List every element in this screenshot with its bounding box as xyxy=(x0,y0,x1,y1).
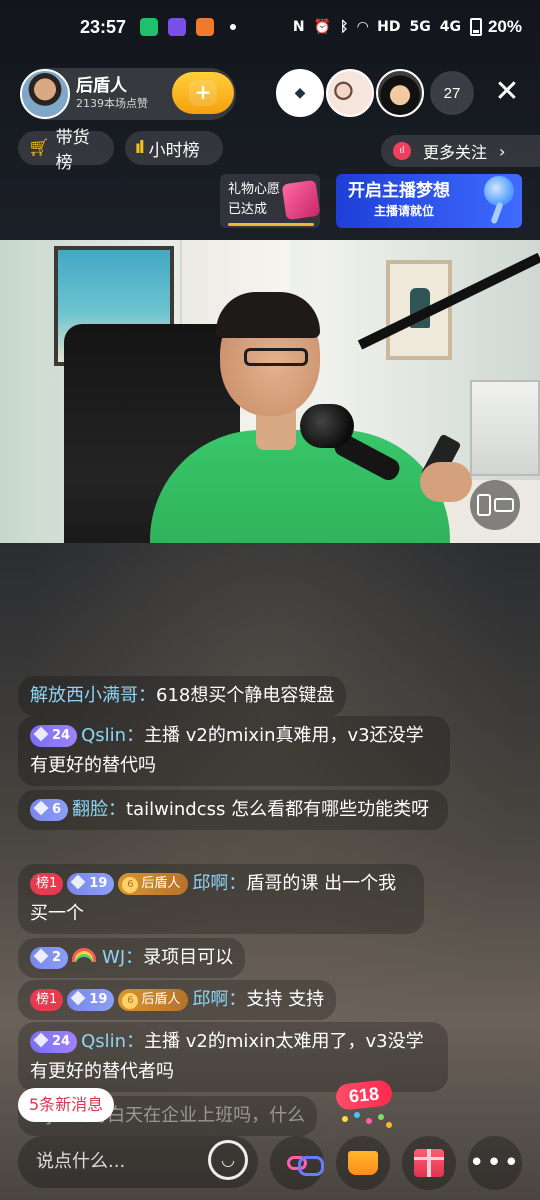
bottom-toolbar: 说点什么... ◡ ••• xyxy=(0,1126,540,1200)
confetti-decoration xyxy=(340,1112,394,1130)
gem-icon xyxy=(33,948,49,964)
hd-icon: HD xyxy=(377,19,401,35)
cart-icon: 🛒︎ xyxy=(28,138,50,158)
more-dots-icon: ••• xyxy=(468,1148,521,1178)
chat-username[interactable]: 解放西小满哥 xyxy=(30,685,138,706)
heart-plus-icon: + xyxy=(189,80,217,106)
chat-username[interactable]: 邱啊 xyxy=(192,873,228,894)
club-level-icon: 6 xyxy=(122,993,139,1009)
chat-text: 录项目可以 xyxy=(143,947,234,968)
video-monitor xyxy=(470,380,540,476)
club-badge: 6 后盾人 xyxy=(118,989,189,1011)
chat-message[interactable]: 解放西小满哥：618想买个静电容键盘 xyxy=(18,676,347,716)
wish-progress-bar xyxy=(228,223,314,226)
rank-badge: 榜1 xyxy=(30,873,64,895)
gift-wish-card[interactable]: 礼物心愿 已达成 xyxy=(220,174,320,228)
chat-message[interactable]: 榜1 19 6 后盾人 邱啊：盾哥的课 出一个我买一个 xyxy=(18,864,424,934)
gift-box-icon xyxy=(281,179,320,221)
host-info: 后盾人 2139本场点赞 xyxy=(76,76,148,112)
gem-icon xyxy=(33,1032,49,1048)
clock: 23:57 xyxy=(80,16,127,37)
more-follow-button[interactable]: ıl 更多关注 › xyxy=(381,135,540,167)
rainbow-icon xyxy=(72,948,97,962)
gem-icon xyxy=(70,874,86,890)
new-messages-button[interactable]: 5条新消息 xyxy=(18,1088,115,1122)
shopping-cart-button[interactable] xyxy=(336,1136,390,1190)
gift-button[interactable] xyxy=(402,1136,456,1190)
anchor-dream-banner[interactable]: 开启主播梦想 主播请就位 xyxy=(336,174,522,228)
notification-app-icon xyxy=(140,18,159,36)
shopping-cart-icon xyxy=(348,1151,378,1175)
fan-level-badge: 24 xyxy=(30,725,78,747)
chat-text: tailwindcss 怎么看都有哪些功能类呀 xyxy=(126,799,430,820)
bar-chart-icon: ıl xyxy=(135,138,145,158)
fan-level-badge: 24 xyxy=(30,1031,78,1053)
battery-percent: 20% xyxy=(487,17,522,36)
fish-icon: ◆ xyxy=(294,85,306,101)
chevron-right-icon: › xyxy=(499,141,506,161)
fan-level-badge: 6 xyxy=(30,799,69,821)
viewer-avatar[interactable] xyxy=(326,69,374,117)
more-notifications-dot xyxy=(230,24,237,30)
video-mic xyxy=(300,404,354,448)
host-avatar[interactable] xyxy=(20,69,70,119)
chat-text: 支持 支持 xyxy=(246,989,325,1010)
goods-rank-chip[interactable]: 🛒︎ 带货榜 xyxy=(18,128,114,173)
more-follow-label: 更多关注 xyxy=(423,143,488,162)
chat-username[interactable]: 邱啊 xyxy=(192,989,228,1010)
user-level-badge: 19 xyxy=(67,989,115,1011)
fan-level-badge: 2 xyxy=(30,947,69,969)
live-room: 23:57 N ⏰ ᛒ ◠ HD 5G 4G 20% 后盾人 2139本场点赞 … xyxy=(0,0,540,1200)
chat-username[interactable]: 翻脸 xyxy=(72,799,108,820)
link-icon xyxy=(287,1156,324,1176)
follow-button[interactable]: + xyxy=(172,72,234,114)
club-badge: 6 后盾人 xyxy=(118,873,189,895)
alarm-icon: ⏰ xyxy=(313,19,331,35)
chat-username[interactable]: Qslin xyxy=(81,725,126,746)
chat-username[interactable]: WJ xyxy=(102,947,125,968)
wifi-icon: ◠ xyxy=(357,19,369,35)
hourly-rank-label: 小时榜 xyxy=(148,140,200,161)
notification-app-icon xyxy=(168,18,187,36)
emoji-icon[interactable]: ◡ xyxy=(208,1140,248,1180)
portrait-device-icon xyxy=(476,494,491,516)
close-icon[interactable]: ✕ xyxy=(490,76,524,110)
chat-text: 618想买个静电容键盘 xyxy=(156,685,335,706)
chat-username[interactable]: Qslin xyxy=(81,1031,126,1052)
viewer-avatar[interactable] xyxy=(376,69,424,117)
viewer-avatar[interactable]: ◆ xyxy=(276,69,324,117)
gift-icon xyxy=(414,1149,444,1177)
live-video[interactable] xyxy=(0,240,540,543)
chat-message[interactable]: 24 Qslin：主播 v2的mixin真难用，v3还没学 有更好的替代吗 xyxy=(18,716,450,786)
chat-message[interactable]: 6 翻脸：tailwindcss 怎么看都有哪些功能类呀 xyxy=(18,790,448,830)
rotate-screen-button[interactable] xyxy=(470,480,520,530)
gem-icon xyxy=(33,726,49,742)
host-name: 后盾人 xyxy=(76,76,127,96)
nfc-icon: N xyxy=(292,19,305,35)
live-dot-icon: ıl xyxy=(393,142,411,160)
club-level-icon: 6 xyxy=(122,877,139,893)
rank-badge: 榜1 xyxy=(30,989,64,1011)
status-bar: 23:57 N ⏰ ᛒ ◠ HD 5G 4G 20% xyxy=(0,0,540,54)
notification-app-icon xyxy=(196,18,215,36)
gem-icon xyxy=(70,990,86,1006)
signal-4g-icon: 4G xyxy=(439,19,461,35)
video-hand xyxy=(420,462,472,502)
chat-message[interactable]: 2 WJ：录项目可以 xyxy=(18,938,246,978)
link-button[interactable] xyxy=(270,1136,324,1190)
signal-5g-icon: 5G xyxy=(409,19,431,35)
chat-message[interactable]: 榜1 19 6 后盾人 邱啊：支持 支持 xyxy=(18,980,337,1020)
user-level-badge: 19 xyxy=(67,873,115,895)
landscape-device-icon xyxy=(493,498,514,512)
video-person-glasses xyxy=(244,348,308,366)
hourly-rank-chip[interactable]: ıl 小时榜 xyxy=(125,131,223,165)
host-likes: 2139本场点赞 xyxy=(76,97,148,110)
more-button[interactable]: ••• xyxy=(468,1136,522,1190)
battery-icon xyxy=(469,18,482,36)
goods-rank-label: 带货榜 xyxy=(55,128,90,173)
bluetooth-icon: ᛒ xyxy=(339,19,349,35)
gem-icon xyxy=(33,800,49,816)
viewer-count[interactable]: 27 xyxy=(430,71,474,115)
